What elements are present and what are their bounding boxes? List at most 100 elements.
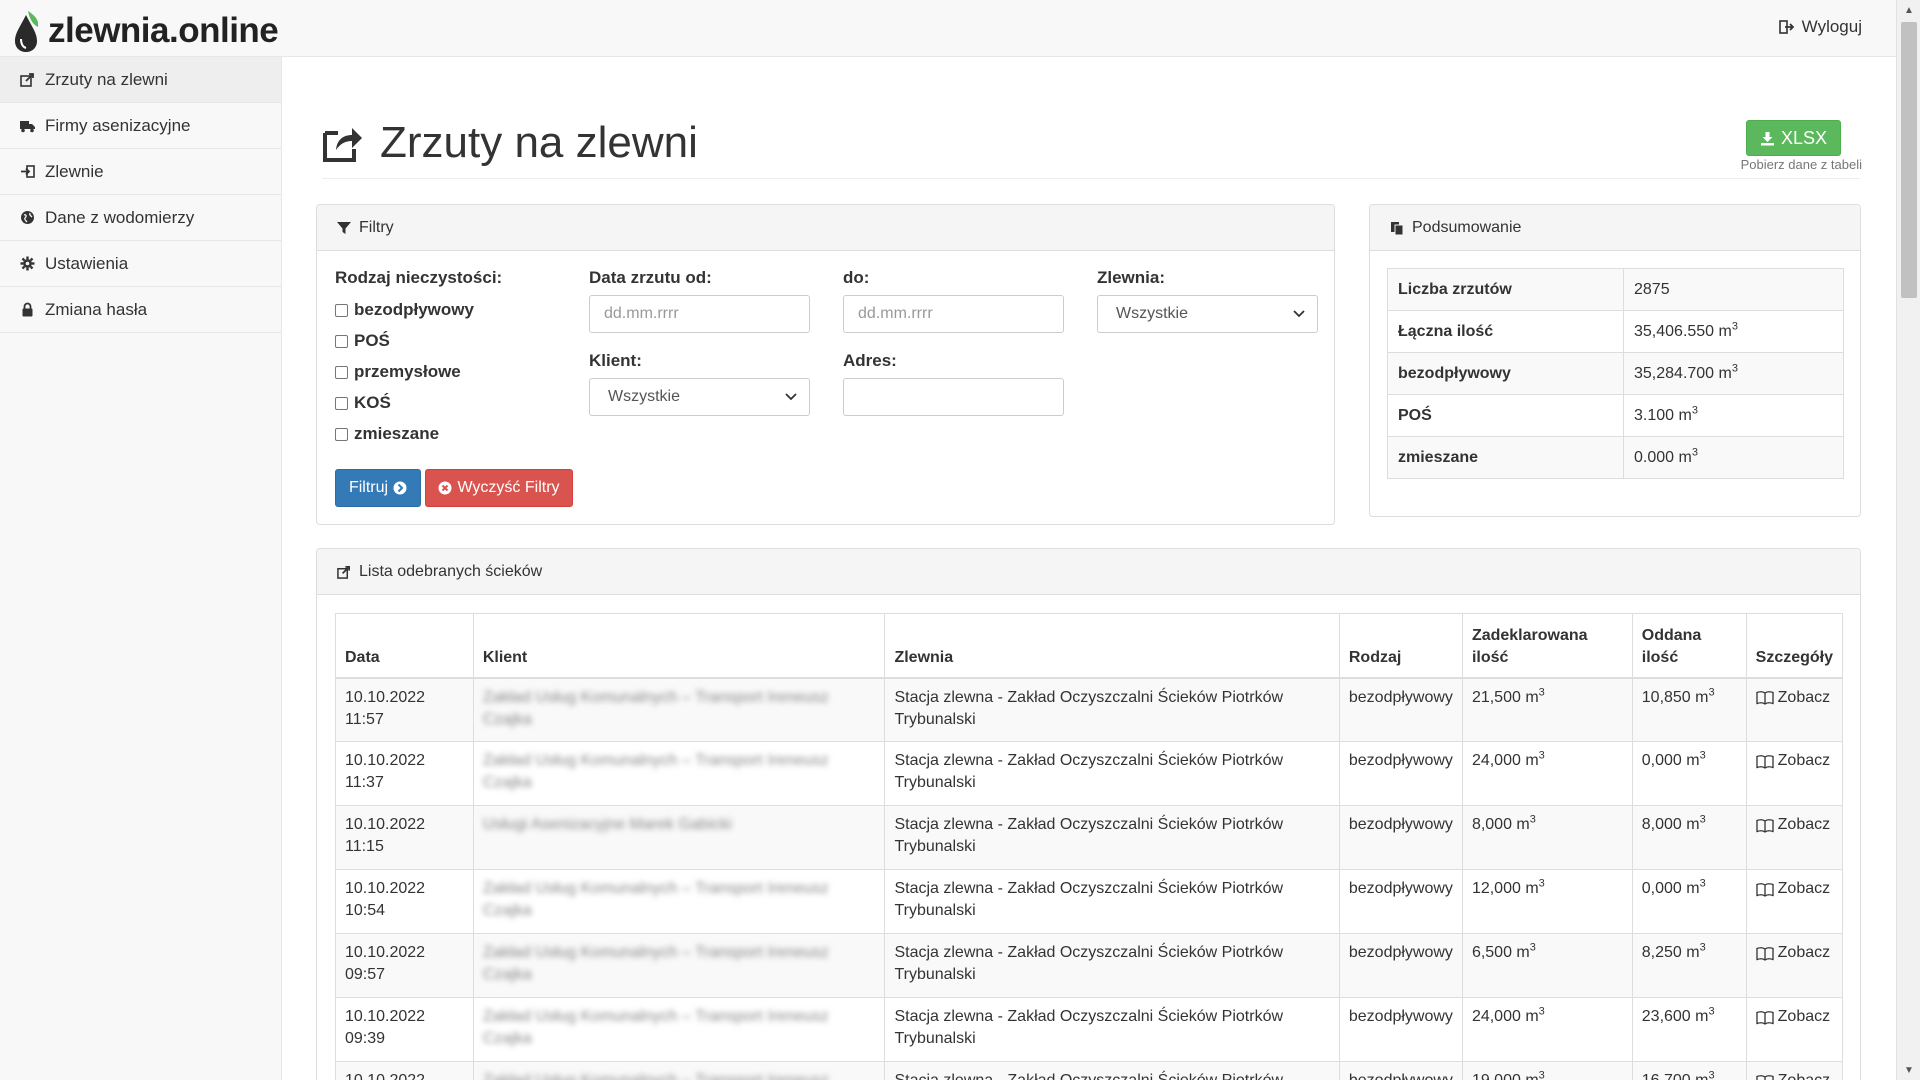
row-delivered: 8,000 m3	[1631, 805, 1747, 870]
col-declared[interactable]: Zadeklarowana ilość	[1461, 613, 1633, 679]
type-checkbox-row[interactable]: POŚ	[335, 331, 390, 351]
sidebar-item-zrzuty[interactable]: Zrzuty na zlewni	[0, 57, 281, 103]
sidebar-item-firmy[interactable]: Firmy asenizacyjne	[0, 103, 281, 149]
type-checkbox-label: przemysłowe	[354, 362, 461, 381]
type-checkbox-row[interactable]: KOŚ	[335, 393, 391, 413]
scroll-down-arrow[interactable]: ▼	[1897, 1060, 1920, 1080]
chevron-circle-right-icon	[393, 481, 407, 495]
book-open-icon	[1755, 818, 1774, 833]
page-scrollbar[interactable]: ▲ ▼	[1896, 0, 1920, 1080]
sidebar-item-dane-wodomierzy[interactable]: Dane z wodomierzy	[0, 195, 281, 241]
xlsx-label: XLSX	[1780, 127, 1828, 148]
row-delivered: 0,000 m3	[1631, 869, 1747, 934]
address-input[interactable]	[843, 378, 1064, 416]
sidebar: Zrzuty na zlewni Firmy asenizacyjne Zlew…	[0, 57, 282, 1080]
view-details-link[interactable]: Zobacz	[1755, 687, 1833, 709]
date-to-label: do:	[843, 268, 870, 287]
row-date: 10.10.2022 10:54	[335, 869, 474, 934]
type-checkbox[interactable]	[335, 334, 348, 348]
type-checkbox-row[interactable]: przemysłowe	[335, 362, 461, 382]
sewage-list-panel: Lista odebranych ścieków Data Klient Zle…	[316, 548, 1861, 1080]
view-details-link[interactable]: Zobacz	[1755, 942, 1833, 964]
paste-icon	[1391, 221, 1404, 235]
row-details: Zobacz	[1745, 869, 1844, 934]
row-type: bezodpływowy	[1338, 1061, 1463, 1080]
xlsx-export-button[interactable]: XLSX	[1746, 120, 1841, 156]
sewage-table: Data Klient Zlewnia Rodzaj Zadeklarowana…	[335, 613, 1844, 1080]
col-delivered[interactable]: Oddana ilość	[1631, 613, 1747, 679]
row-declared: 21,500 m3	[1461, 677, 1633, 742]
row-date: 10.10.2022 09:57	[335, 933, 474, 998]
type-checkbox[interactable]	[335, 365, 348, 379]
summary-row: POŚ 3.100 m3	[1387, 394, 1844, 437]
view-details-link[interactable]: Zobacz	[1755, 814, 1833, 836]
drop-logo-icon	[15, 11, 39, 52]
scrollbar-thumb[interactable]	[1901, 22, 1917, 298]
type-checkbox-row[interactable]: zmieszane	[335, 424, 439, 444]
view-details-link[interactable]: Zobacz	[1755, 1006, 1833, 1028]
row-zlewnia: Stacja zlewna - Zakład Oczyszczalni Ście…	[884, 741, 1340, 806]
row-zlewnia: Stacja zlewna - Zakład Oczyszczalni Ście…	[884, 869, 1340, 934]
row-declared: 8,000 m3	[1461, 805, 1633, 870]
sidebar-item-zmiana-hasla[interactable]: Zmiana hasła	[0, 287, 281, 333]
clear-filters-button[interactable]: Wyczyść Filtry	[425, 469, 573, 507]
summary-row: Łączna ilość 35,406.550 m3	[1387, 310, 1844, 353]
book-open-icon	[1755, 882, 1774, 897]
book-open-icon	[1755, 754, 1774, 769]
row-details: Zobacz	[1745, 1061, 1844, 1080]
zlewnia-select[interactable]: Wszystkie	[1097, 295, 1318, 333]
book-open-icon	[1755, 946, 1774, 961]
summary-heading: Podsumowanie	[1370, 205, 1860, 251]
page-title-text: Zrzuty na zlewni	[380, 118, 698, 167]
col-date[interactable]: Data	[335, 613, 474, 679]
times-circle-icon	[438, 481, 452, 495]
client-select[interactable]: Wszystkie	[589, 378, 810, 416]
col-type[interactable]: Rodzaj	[1338, 613, 1463, 679]
client-select-value: Wszystkie	[608, 388, 680, 405]
logout-link[interactable]: Wyloguj	[1778, 17, 1862, 37]
type-checkbox[interactable]	[335, 303, 348, 317]
row-delivered: 16,700 m3	[1631, 1061, 1747, 1080]
gear-icon	[20, 256, 35, 271]
list-heading: Lista odebranych ścieków	[317, 549, 1860, 595]
type-checkbox[interactable]	[335, 396, 348, 410]
date-from-input[interactable]: dd.mm.rrrr	[589, 295, 810, 333]
row-client: Zakład Usług Komunalnych – Transport Ire…	[472, 933, 886, 998]
book-open-icon	[1755, 1010, 1774, 1025]
type-checkbox[interactable]	[335, 427, 348, 441]
row-client: Zakład Usług Komunalnych – Transport Ire…	[472, 997, 886, 1062]
sidebar-item-zlewnie[interactable]: Zlewnie	[0, 149, 281, 195]
table-header-row: Data Klient Zlewnia Rodzaj Zadeklarowana…	[335, 613, 1844, 679]
filter-button[interactable]: Filtruj	[335, 469, 421, 507]
logout-label: Wyloguj	[1801, 17, 1862, 36]
view-details-link[interactable]: Zobacz	[1755, 750, 1833, 772]
date-from-label: Data zrzutu od:	[589, 268, 712, 287]
row-details: Zobacz	[1745, 997, 1844, 1062]
view-details-link[interactable]: Zobacz	[1755, 878, 1833, 900]
summary-key: bezodpływowy	[1387, 352, 1624, 395]
row-client: Usługi Asenizacyjne Marek Gabicki	[472, 805, 886, 870]
list-heading-text: Lista odebranych ścieków	[359, 562, 543, 580]
sidebar-item-label: Ustawienia	[45, 253, 129, 273]
scroll-up-arrow[interactable]: ▲	[1897, 0, 1920, 20]
type-checkbox-row[interactable]: bezodpływowy	[335, 300, 474, 320]
row-client: Zakład Usług Komunalnych – Transport Ire…	[472, 1061, 886, 1080]
date-to-input[interactable]: dd.mm.rrrr	[843, 295, 1064, 333]
sign-out-icon	[1778, 20, 1794, 34]
col-client[interactable]: Klient	[472, 613, 886, 679]
sidebar-item-label: Zmiana hasła	[45, 299, 148, 319]
row-date: 10.10.2022	[335, 1061, 474, 1080]
type-label: Rodzaj nieczystości:	[335, 268, 503, 287]
summary-key: zmieszane	[1387, 436, 1624, 479]
brand-logo-link[interactable]: zlewnia.online	[12, 9, 279, 53]
sidebar-item-ustawienia[interactable]: Ustawienia	[0, 241, 281, 287]
share-icon	[20, 73, 34, 87]
zlewnia-select-value: Wszystkie	[1116, 305, 1188, 322]
col-zlewnia[interactable]: Zlewnia	[884, 613, 1340, 679]
brand-name: zlewnia.online	[48, 11, 279, 50]
row-zlewnia: Stacja zlewna - Zakład Oczyszczalni Ście…	[884, 805, 1340, 870]
row-client: Zakład Usług Komunalnych – Transport Ire…	[472, 741, 886, 806]
row-zlewnia: Stacja zlewna - Zakład Oczyszczalni Ście…	[884, 933, 1340, 998]
view-details-link[interactable]: Zobacz	[1755, 1070, 1833, 1080]
summary-key: Liczba zrzutów	[1387, 268, 1624, 311]
